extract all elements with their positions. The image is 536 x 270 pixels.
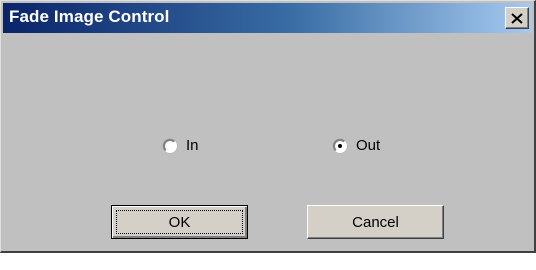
cancel-button-label: Cancel [352,213,399,231]
title-bar[interactable]: Fade Image Control [3,3,532,33]
radio-out[interactable]: Out [333,137,380,154]
ok-button[interactable]: OK [111,205,248,239]
close-button[interactable] [505,7,529,29]
radio-out-circle[interactable] [333,138,347,153]
radio-in-label: In [186,137,199,154]
close-x-icon [511,12,523,24]
radio-in[interactable]: In [163,137,199,154]
radio-in-circle[interactable] [163,138,177,153]
radio-out-label: Out [356,137,381,154]
fade-image-control-dialog: Fade Image Control In Out OK Cancel [0,0,536,253]
window-title: Fade Image Control [9,7,170,26]
cancel-button[interactable]: Cancel [307,205,444,239]
ok-button-label: OK [168,213,191,231]
